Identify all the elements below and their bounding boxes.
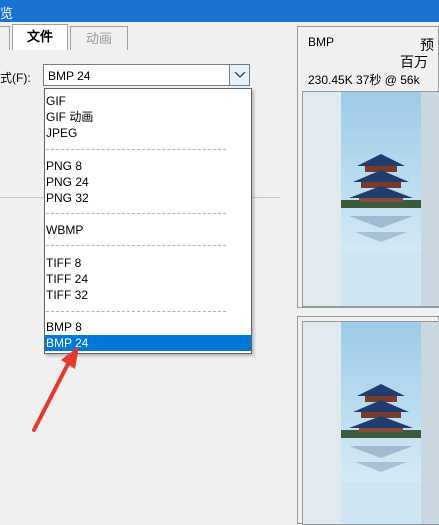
preview-format: BMP <box>308 35 335 49</box>
preview-pane-original[interactable] <box>297 316 439 525</box>
preview-image-frame <box>302 321 439 525</box>
annotation-arrow-icon <box>32 346 79 432</box>
preview-pane-optimized[interactable]: BMP 预 百万 230.45K 37秒 @ 56k <box>297 26 439 308</box>
preview-subtitle: 百万 <box>400 54 428 70</box>
preview-image-frame <box>302 91 439 307</box>
format-dropdown-button[interactable] <box>229 65 249 85</box>
preview-info: 230.45K 37秒 @ 56k <box>308 73 420 87</box>
temple-image <box>303 322 439 524</box>
chevron-down-icon <box>235 72 245 78</box>
preview-panel: BMP 预 百万 230.45K 37秒 @ 56k <box>297 26 439 525</box>
temple-image <box>303 92 439 306</box>
